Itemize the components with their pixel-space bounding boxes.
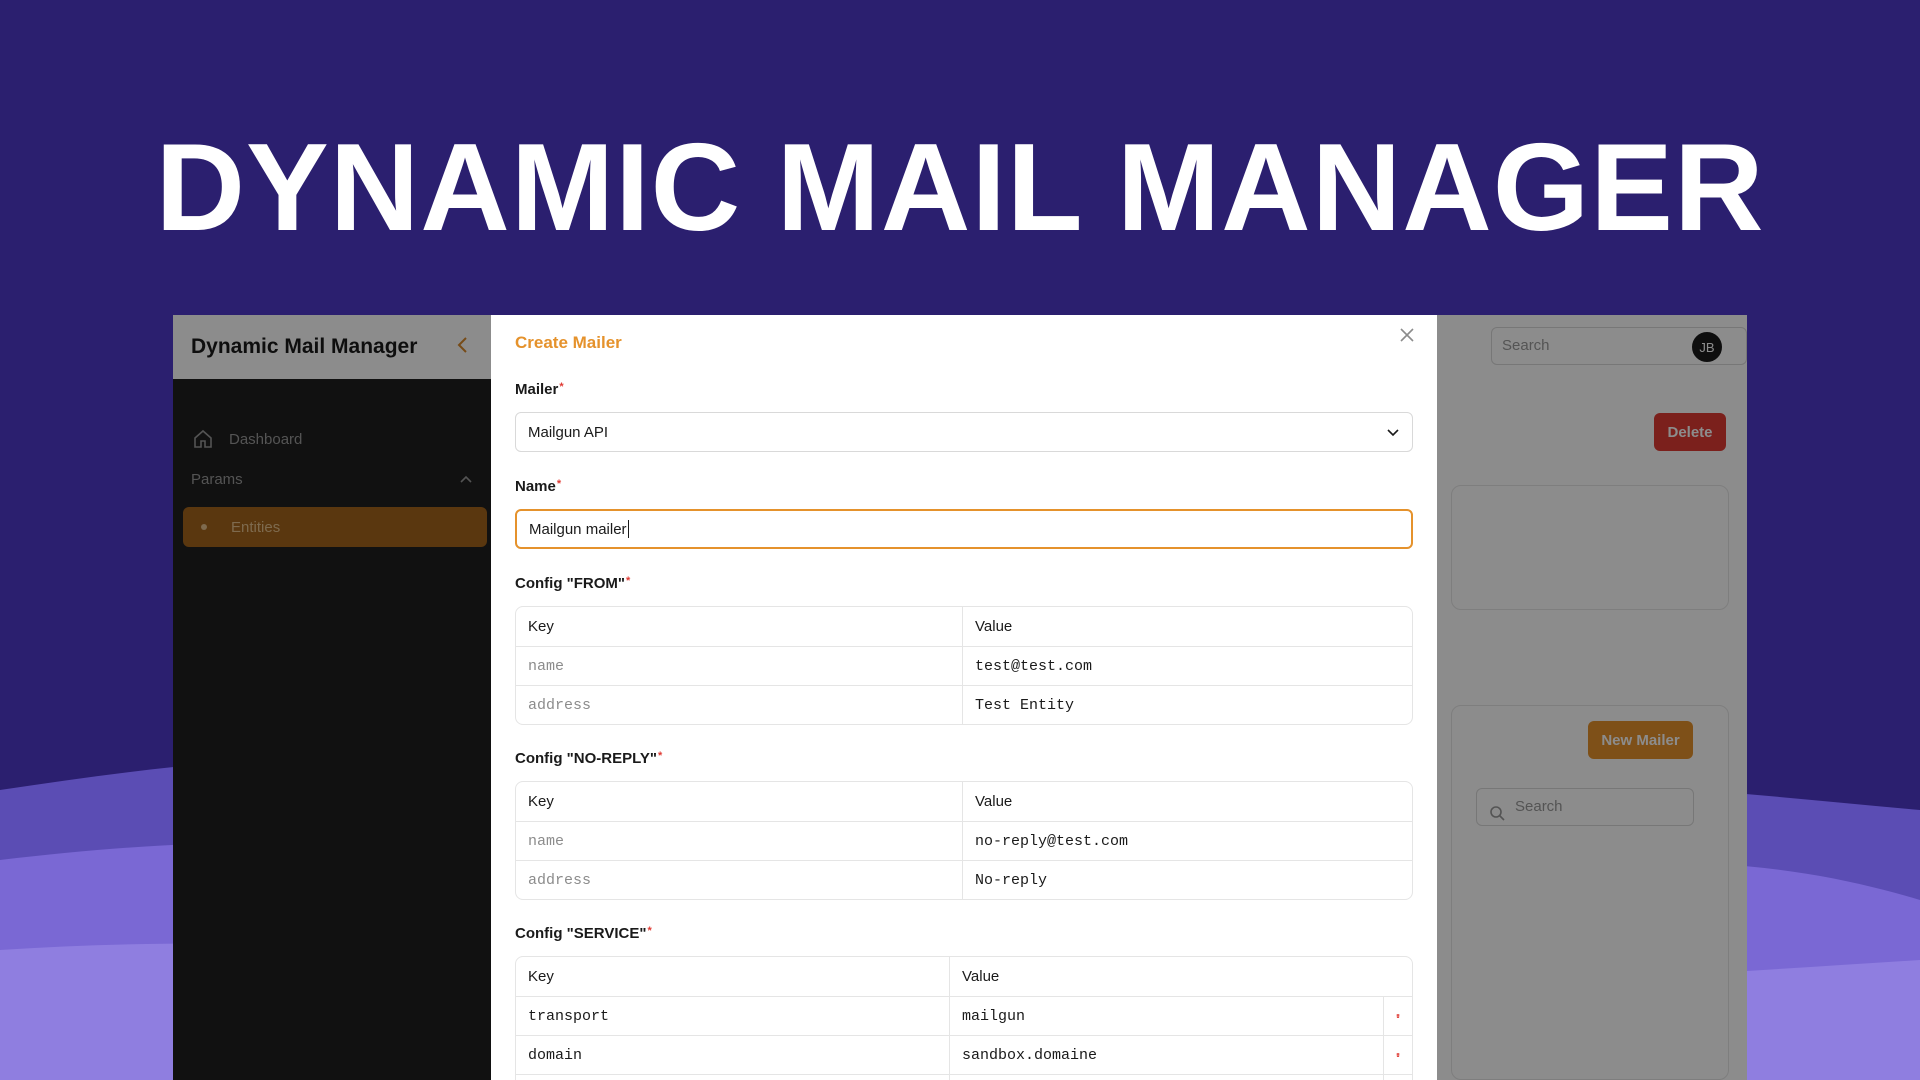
config-service-label: Config "SERVICE"* <box>515 925 652 942</box>
required-mark: * <box>556 478 562 490</box>
table-row: transport mailgun <box>516 996 1412 1035</box>
table-header: Key Value <box>516 782 1412 821</box>
chevron-down-icon <box>1386 424 1400 441</box>
column-header-key: Key <box>516 782 963 821</box>
mailer-label-text: Mailer <box>515 381 559 398</box>
name-label: Name* <box>515 478 561 495</box>
column-header-value: Value <box>962 968 1000 985</box>
column-header-actions <box>1384 957 1412 996</box>
app-window: Dynamic Mail Manager Dashboard Params En… <box>173 315 1747 1080</box>
key-cell[interactable]: domain <box>516 1036 950 1074</box>
key-cell[interactable]: name <box>516 647 963 685</box>
config-service-label-text: Config "SERVICE" <box>515 925 647 942</box>
required-mark: * <box>626 575 631 587</box>
value-cell[interactable]: no-reply@test.com <box>963 822 1412 860</box>
hero-title: DYNAMIC MAIL MANAGER <box>155 119 1765 257</box>
mailer-select[interactable]: Mailgun API <box>515 412 1413 452</box>
value-cell[interactable]: No-reply <box>963 861 1412 899</box>
config-noreply-table: Key Value name no-reply@test.com address… <box>515 781 1413 900</box>
table-row <box>516 1074 1412 1080</box>
mailer-label: Mailer* <box>515 381 564 398</box>
required-mark: * <box>559 381 564 393</box>
key-cell[interactable]: address <box>516 861 963 899</box>
config-noreply-label-text: Config "NO-REPLY" <box>515 750 658 767</box>
modal-title: Create Mailer <box>515 333 622 352</box>
create-mailer-modal: Create Mailer Mailer* Mailgun API Name* … <box>491 315 1437 1080</box>
config-from-label: Config "FROM"* <box>515 575 630 592</box>
table-row: address Test Entity <box>516 685 1412 724</box>
table-header: Key Value <box>516 957 1412 996</box>
required-mark: * <box>658 750 663 762</box>
row-action <box>1384 1075 1412 1080</box>
column-header-value: Value <box>975 618 1013 635</box>
value-cell[interactable]: test@test.com <box>963 647 1412 685</box>
table-row: name test@test.com <box>516 646 1412 685</box>
config-service-table: Key Value transport mailgun domain sandb… <box>515 956 1413 1080</box>
column-header-key: Key <box>516 607 963 646</box>
config-noreply-label: Config "NO-REPLY"* <box>515 750 662 767</box>
mailer-select-value: Mailgun API <box>528 423 609 441</box>
table-row: address No-reply <box>516 860 1412 899</box>
key-cell[interactable]: address <box>516 686 963 724</box>
required-mark: * <box>647 925 652 937</box>
name-label-text: Name <box>515 478 556 495</box>
value-cell[interactable] <box>950 1075 1384 1080</box>
close-icon[interactable] <box>1395 323 1419 347</box>
config-from-table: Key Value name test@test.com address Tes… <box>515 606 1413 725</box>
key-cell[interactable]: transport <box>516 997 950 1035</box>
name-input[interactable]: Mailgun mailer <box>515 509 1413 549</box>
column-header-key: Key <box>516 957 950 996</box>
key-cell[interactable]: name <box>516 822 963 860</box>
key-cell[interactable] <box>516 1075 950 1080</box>
name-input-value: Mailgun mailer <box>529 520 627 538</box>
table-row: name no-reply@test.com <box>516 821 1412 860</box>
config-from-label-text: Config "FROM" <box>515 575 626 592</box>
text-caret <box>627 520 629 538</box>
table-header: Key Value <box>516 607 1412 646</box>
trash-icon[interactable] <box>1384 1036 1412 1074</box>
table-row: domain sandbox.domaine <box>516 1035 1412 1074</box>
column-header-value: Value <box>975 793 1013 810</box>
trash-icon[interactable] <box>1384 997 1412 1035</box>
value-cell[interactable]: Test Entity <box>963 686 1412 724</box>
value-cell[interactable]: mailgun <box>950 997 1384 1035</box>
value-cell[interactable]: sandbox.domaine <box>950 1036 1384 1074</box>
